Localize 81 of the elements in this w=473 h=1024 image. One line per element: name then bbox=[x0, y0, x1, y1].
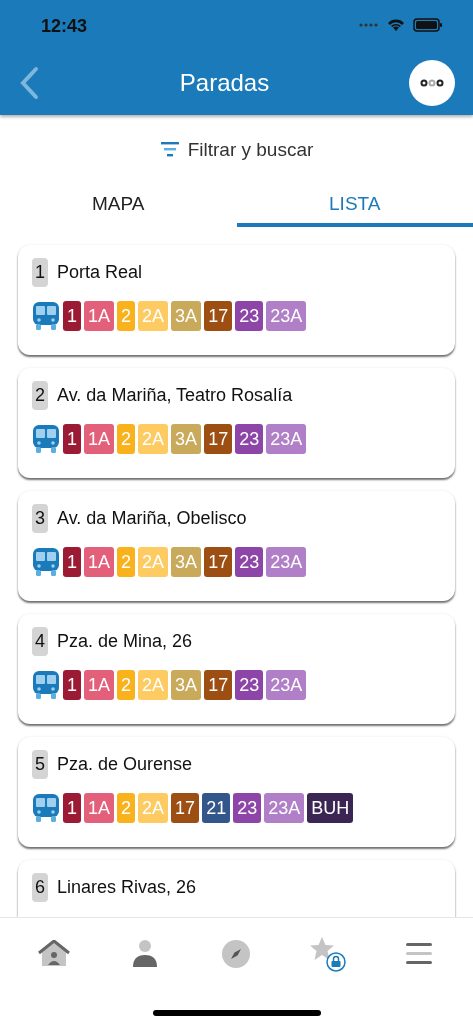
route-label: 17 bbox=[204, 547, 233, 577]
bus-icon bbox=[32, 301, 60, 331]
route-label: 17 bbox=[204, 670, 233, 700]
route-label: 1 bbox=[63, 547, 81, 577]
route-label: 2 bbox=[117, 793, 136, 823]
stop-number: 6 bbox=[32, 873, 48, 902]
bus-icon bbox=[32, 793, 60, 823]
route-label: 23A bbox=[266, 301, 307, 331]
route-label: 1 bbox=[63, 424, 81, 454]
tab[interactable]: MAPA bbox=[0, 185, 237, 227]
stop-name: Av. da Mariña, Obelisco bbox=[57, 508, 247, 529]
stop-name: Pza. de Ourense bbox=[57, 754, 193, 775]
bus-icon bbox=[32, 670, 60, 700]
person-icon bbox=[132, 940, 159, 968]
route-label: 17 bbox=[204, 301, 233, 331]
route-label: 1A bbox=[84, 301, 115, 331]
stop-number: 1 bbox=[32, 258, 48, 287]
stop-name: Linares Rivas, 26 bbox=[57, 877, 197, 898]
stop-number: 3 bbox=[32, 504, 48, 533]
stop-name: Pza. de Mina, 26 bbox=[57, 631, 193, 652]
route-label: BUH bbox=[307, 793, 354, 823]
bus-icon bbox=[32, 547, 60, 577]
route-label: 1 bbox=[63, 301, 81, 331]
compass-icon bbox=[222, 940, 251, 968]
route-label: 21 bbox=[202, 793, 231, 823]
more-icon bbox=[420, 78, 444, 87]
route-label: 2 bbox=[117, 670, 136, 700]
stop-card[interactable]: 2 Av. da Mariña, Teatro Rosalía 1 1A 2 2A 3A 17 23 23A bbox=[18, 368, 455, 478]
home-icon bbox=[37, 940, 70, 968]
route-label: 3A bbox=[171, 301, 202, 331]
route-label: 23A bbox=[266, 424, 307, 454]
route-label: 23 bbox=[235, 670, 264, 700]
route-label: 1A bbox=[84, 547, 115, 577]
route-label: 2A bbox=[138, 670, 169, 700]
stop-number: 5 bbox=[32, 750, 48, 779]
menu-icon bbox=[406, 943, 433, 965]
wifi-icon bbox=[387, 18, 405, 32]
route-label: 1 bbox=[63, 793, 81, 823]
filter-search-button[interactable]: Filtrar y buscar bbox=[155, 135, 318, 165]
battery-icon bbox=[413, 18, 443, 32]
route-label: 23 bbox=[235, 547, 264, 577]
route-label: 2A bbox=[138, 793, 169, 823]
back-icon bbox=[18, 65, 40, 100]
stop-name: Porta Real bbox=[57, 262, 143, 283]
route-label: 17 bbox=[204, 424, 233, 454]
bus-icon bbox=[32, 424, 60, 454]
route-label: 3A bbox=[171, 424, 202, 454]
route-label: 1 bbox=[63, 670, 81, 700]
route-label: 23A bbox=[266, 547, 307, 577]
route-label: 3A bbox=[171, 547, 202, 577]
route-label: 1A bbox=[84, 793, 115, 823]
more-button[interactable] bbox=[409, 59, 455, 106]
star-lock-icon bbox=[308, 936, 347, 972]
status-time: 12:43 bbox=[41, 14, 88, 37]
route-label: 1A bbox=[84, 670, 115, 700]
signal-icon bbox=[359, 23, 379, 27]
stop-number: 2 bbox=[32, 381, 48, 410]
stop-card[interactable]: 5 Pza. de Ourense 1 1A 2 2A 17 21 23 23A BUH bbox=[18, 737, 455, 847]
route-label: 2A bbox=[138, 301, 169, 331]
route-label: 23 bbox=[233, 793, 262, 823]
stop-name: Av. da Mariña, Teatro Rosalía bbox=[57, 385, 293, 406]
stop-card[interactable]: 6 Linares Rivas, 26 bbox=[18, 860, 455, 917]
stop-card[interactable]: 4 Pza. de Mina, 26 1 1A 2 2A 3A 17 23 23A bbox=[18, 614, 455, 724]
route-label: 3A bbox=[171, 670, 202, 700]
route-label: 23 bbox=[235, 424, 264, 454]
stop-card[interactable]: 3 Av. da Mariña, Obelisco 1 1A 2 2A 3A 17 23 23A bbox=[18, 491, 455, 601]
stop-card[interactable]: 1 Porta Real 1 1A 2 2A 3A 17 23 23A bbox=[18, 245, 455, 355]
stop-number: 4 bbox=[32, 627, 48, 656]
route-label: 2A bbox=[138, 424, 169, 454]
route-label: 2 bbox=[117, 424, 136, 454]
route-label: 2 bbox=[117, 301, 136, 331]
tab[interactable]: LISTA bbox=[236, 185, 473, 227]
route-label: 2A bbox=[138, 547, 169, 577]
route-label: 23A bbox=[264, 793, 305, 823]
filter-icon bbox=[159, 141, 180, 159]
route-label: 1A bbox=[84, 424, 115, 454]
route-label: 2 bbox=[117, 547, 136, 577]
route-label: 23 bbox=[235, 301, 264, 331]
route-label: 23A bbox=[266, 670, 307, 700]
route-label: 17 bbox=[171, 793, 200, 823]
page-title: Paradas bbox=[179, 68, 270, 97]
